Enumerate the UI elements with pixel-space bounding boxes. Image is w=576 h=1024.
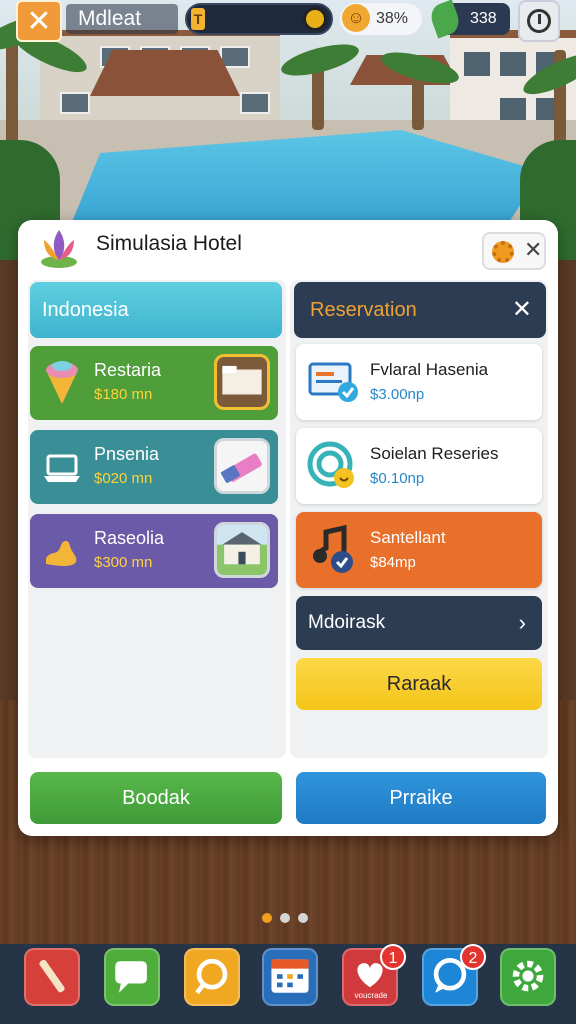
notification-badge: 1 [380,944,406,970]
energy-meter[interactable]: T [185,3,333,35]
happiness-value: 38% [376,10,409,27]
page-dot[interactable] [298,913,308,923]
item-price: $0.10np [370,470,425,487]
map-icon [46,540,77,566]
list-item-pnsenia[interactable]: Pnsenia $020 mn [30,430,278,504]
notification-badge: 2 [460,944,486,970]
chat-bubble-icon [115,961,147,993]
hotel-panel: Simulasia Hotel ✕ Indonesia Restaria $18… [18,220,558,836]
mansion-thumbnail [214,522,270,578]
reservation-title: Reservation [310,299,417,321]
game-title: Mdleat [66,4,178,34]
search-app-button[interactable] [184,948,240,1006]
list-item-restaria[interactable]: Restaria $180 mn [30,346,278,420]
top-bar: ✕ Mdleat T ☺ 38% 338 [0,0,576,42]
item-price: $300 mn [94,554,153,571]
reservation-header[interactable]: Reservation ✕ [294,282,546,338]
left-header[interactable]: Indonesia [30,282,282,338]
ice-cream-icon [46,361,78,404]
search-icon [195,958,228,995]
more-tasks-label: Mdoirask [308,612,386,633]
app-dock: 1 voucrade 2 [0,944,576,1024]
coin-icon [303,7,327,31]
lotus-logo-icon [41,230,77,268]
pencil-icon [39,959,65,993]
gear-icon [512,960,544,992]
music-check-icon [313,524,353,573]
message-app-button[interactable]: 2 [422,944,486,1006]
item-title: Restaria [94,360,162,380]
gear-icon[interactable] [492,241,514,263]
item-title: Santellant [370,528,446,547]
item-price: $180 mn [94,386,153,403]
leaf-icon [427,0,463,39]
leaf-count: 338 [470,10,497,27]
settings-app-button[interactable] [500,948,556,1006]
eraser-thumbnail [214,438,270,494]
page-indicator [262,913,308,923]
panel-header: Simulasia Hotel ✕ [18,220,558,278]
bed-icon [217,357,267,407]
energy-icon: T [191,8,205,30]
pencil-app-button[interactable] [24,948,80,1006]
reservation-item-1[interactable]: Fvlaral Hasenia $3.00np [296,344,542,420]
reservation-item-2[interactable]: Soielan Reseries $0.10np [296,428,542,504]
reservation-item-3[interactable]: Santellant $84mp [296,512,542,588]
close-icon: ✕ [26,4,52,38]
close-icon[interactable]: ✕ [512,282,532,338]
eraser-icon [217,441,267,491]
hotel-name: Simulasia Hotel [96,232,242,255]
leaf-resource[interactable]: 338 [427,0,510,39]
list-item-raseolia[interactable]: Raseolia $300 mn [30,514,278,588]
heart-app-button[interactable]: 1 voucrade [342,944,406,1006]
right-column: Reservation ✕ Fvlaral Hasenia $3.00np So… [290,280,548,758]
clock-icon [527,9,551,33]
happiness-meter[interactable]: ☺ 38% [340,3,422,35]
practice-button[interactable]: Prraike [296,772,546,824]
book-button[interactable]: Boodak [30,772,282,824]
item-title: Raseolia [94,528,165,548]
page-dot[interactable] [280,913,290,923]
page-dot-active[interactable] [262,913,272,923]
item-title: Soielan Reseries [370,444,499,463]
app-label: voucrade [354,991,388,1000]
more-tasks-row[interactable]: Mdoirask › [296,596,542,650]
item-title: Fvlaral Hasenia [370,360,489,379]
hut-roof [90,50,240,96]
monitor-check-icon [308,362,358,402]
close-icon[interactable]: ✕ [524,237,542,263]
bed-thumbnail [214,354,270,410]
item-price: $84mp [370,554,416,571]
item-price: $3.00np [370,386,425,403]
mansion-icon [217,525,267,575]
left-column: Indonesia Restaria $180 mn Pnsenia $020 … [28,280,286,758]
smiley-icon: ☺ [342,4,370,32]
yellow-action-button[interactable]: Raraak [296,658,542,710]
laptop-icon [44,454,80,482]
calendar-icon [271,959,309,993]
calendar-app-button[interactable] [262,948,318,1006]
item-price: $020 mn [94,470,153,487]
close-button[interactable]: ✕ [16,0,62,42]
settings-close-control[interactable]: ✕ [482,232,546,270]
chat-app-button[interactable] [104,948,160,1006]
clock-button[interactable] [518,0,560,42]
chevron-right-icon: › [518,610,526,635]
target-icon [307,441,354,488]
item-title: Pnsenia [94,444,160,464]
